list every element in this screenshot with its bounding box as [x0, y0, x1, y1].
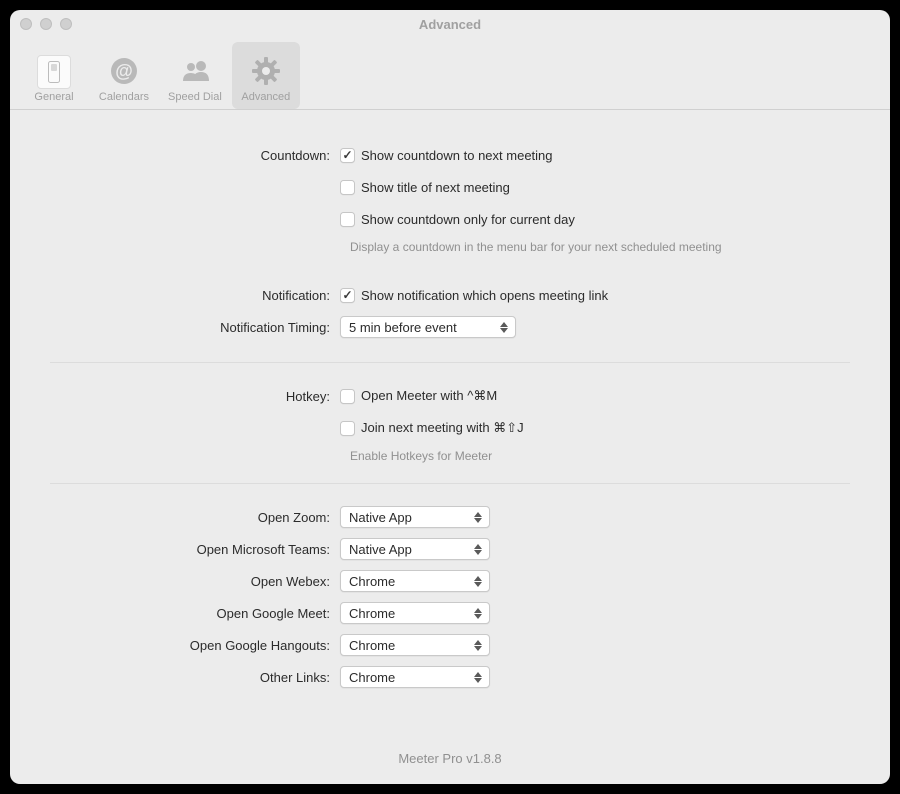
select-value: Chrome — [349, 670, 395, 685]
open-meet-select[interactable]: Chrome — [340, 602, 490, 624]
chevron-updown-icon — [470, 573, 486, 589]
select-value: Chrome — [349, 606, 395, 621]
content-area: Countdown: Show countdown to next meetin… — [10, 110, 890, 714]
checkbox-show-countdown[interactable] — [340, 148, 355, 163]
people-icon — [175, 53, 215, 89]
countdown-label: Countdown: — [50, 148, 340, 163]
gear-icon — [246, 53, 286, 89]
toolbar: General @ Calendars Speed Dial — [10, 38, 890, 110]
chevron-updown-icon — [470, 669, 486, 685]
traffic-lights — [20, 18, 72, 30]
tab-advanced[interactable]: Advanced — [232, 42, 300, 109]
notification-timing-select[interactable]: 5 min before event — [340, 316, 516, 338]
notification-timing-label: Notification Timing: — [50, 320, 340, 335]
countdown-help: Display a countdown in the menu bar for … — [350, 236, 850, 256]
window-title: Advanced — [419, 17, 481, 32]
divider — [50, 362, 850, 363]
checkbox-label: Show title of next meeting — [361, 180, 510, 195]
checkbox-label: Open Meeter with ^⌘M — [361, 388, 497, 404]
open-webex-label: Open Webex: — [50, 574, 340, 589]
chevron-updown-icon — [470, 541, 486, 557]
hotkey-help: Enable Hotkeys for Meeter — [350, 445, 850, 465]
select-value: Chrome — [349, 574, 395, 589]
svg-text:@: @ — [115, 61, 133, 81]
version-footer: Meeter Pro v1.8.8 — [10, 751, 890, 766]
at-sign-icon: @ — [104, 53, 144, 89]
countdown-section: Countdown: Show countdown to next meetin… — [50, 130, 850, 266]
minimize-button[interactable] — [40, 18, 52, 30]
chevron-updown-icon — [470, 509, 486, 525]
select-value: Native App — [349, 542, 412, 557]
checkbox-label: Show countdown to next meeting — [361, 148, 553, 163]
checkbox-show-title[interactable] — [340, 180, 355, 195]
open-teams-label: Open Microsoft Teams: — [50, 542, 340, 557]
titlebar: Advanced — [10, 10, 890, 38]
app-openers-section: Open Zoom: Native App Open Microsoft Tea… — [50, 492, 850, 704]
tab-label: Speed Dial — [168, 91, 222, 103]
open-webex-select[interactable]: Chrome — [340, 570, 490, 592]
open-zoom-label: Open Zoom: — [50, 510, 340, 525]
divider — [50, 483, 850, 484]
tab-calendars[interactable]: @ Calendars — [90, 42, 158, 109]
select-value: Native App — [349, 510, 412, 525]
other-links-select[interactable]: Chrome — [340, 666, 490, 688]
open-hangouts-select[interactable]: Chrome — [340, 634, 490, 656]
chevron-updown-icon — [470, 605, 486, 621]
notification-section: Notification: Show notification which op… — [50, 266, 850, 354]
switch-icon — [37, 55, 71, 89]
checkbox-label: Show notification which opens meeting li… — [361, 288, 608, 303]
chevron-updown-icon — [496, 319, 512, 335]
select-value: Chrome — [349, 638, 395, 653]
open-teams-select[interactable]: Native App — [340, 538, 490, 560]
checkbox-label: Join next meeting with ⌘⇧J — [361, 420, 524, 436]
select-value: 5 min before event — [349, 320, 457, 335]
close-button[interactable] — [20, 18, 32, 30]
notification-label: Notification: — [50, 288, 340, 303]
checkbox-hotkey-open[interactable] — [340, 389, 355, 404]
chevron-updown-icon — [470, 637, 486, 653]
checkbox-show-notification[interactable] — [340, 288, 355, 303]
tab-label: Advanced — [241, 91, 290, 103]
preferences-window: Advanced General @ Calendars — [10, 10, 890, 784]
open-hangouts-label: Open Google Hangouts: — [50, 638, 340, 653]
open-zoom-select[interactable]: Native App — [340, 506, 490, 528]
hotkey-section: Hotkey: Open Meeter with ^⌘M Join next m… — [50, 371, 850, 475]
checkbox-hotkey-join[interactable] — [340, 421, 355, 436]
tab-general[interactable]: General — [20, 42, 88, 109]
open-meet-label: Open Google Meet: — [50, 606, 340, 621]
tab-label: Calendars — [99, 91, 149, 103]
zoom-button[interactable] — [60, 18, 72, 30]
tab-speed-dial[interactable]: Speed Dial — [160, 42, 230, 109]
tab-label: General — [34, 91, 73, 103]
other-links-label: Other Links: — [50, 670, 340, 685]
hotkey-label: Hotkey: — [50, 389, 340, 404]
checkbox-label: Show countdown only for current day — [361, 212, 575, 227]
checkbox-current-day[interactable] — [340, 212, 355, 227]
